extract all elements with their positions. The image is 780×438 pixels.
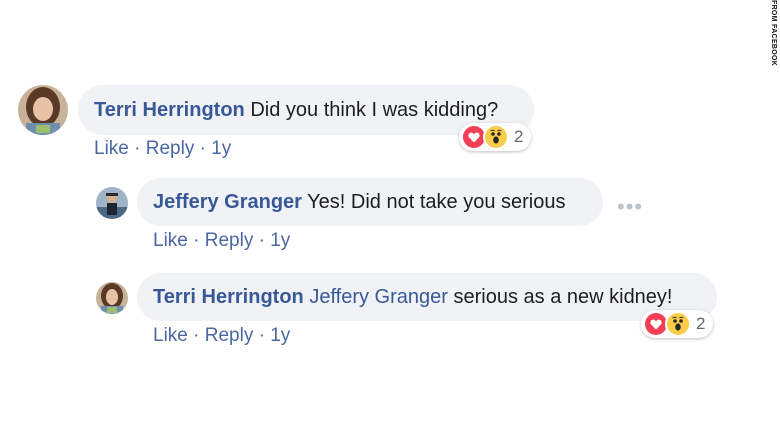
comment-actions: Like · Reply · 1y [153,230,290,252]
separator: · [258,325,265,346]
comment-actions: Like · Reply · 1y [94,138,231,160]
comment-bubble: Terri Herrington Jeffery Granger serious… [137,273,717,321]
timestamp[interactable]: 1y [270,230,290,251]
timestamp[interactable]: 1y [211,138,231,159]
comment-text: serious as a new kidney! [453,286,673,308]
reactions-summary[interactable]: 2 [641,310,713,338]
comment-bubble: Jeffery Granger Yes! Did not take you se… [137,178,603,226]
reaction-count: 2 [514,127,524,146]
timestamp[interactable]: 1y [270,325,290,346]
avatar[interactable] [96,282,128,314]
avatar[interactable] [18,85,68,135]
like-link[interactable]: Like [94,138,129,159]
wow-icon [483,124,509,150]
ellipsis-icon[interactable]: ••• [617,196,643,218]
like-link[interactable]: Like [153,230,188,251]
comment-text: Did you think I was kidding? [250,99,499,121]
wow-icon [665,311,691,337]
like-link[interactable]: Like [153,325,188,346]
reply-link[interactable]: Reply [205,325,254,346]
comment-author[interactable]: Terri Herrington [94,99,245,121]
avatar[interactable] [96,187,128,219]
comment-author[interactable]: Jeffery Granger [153,191,302,213]
reactions-summary[interactable]: 2 [459,123,531,151]
separator: · [199,138,206,159]
comment-actions: Like · Reply · 1y [153,325,290,347]
reply-link[interactable]: Reply [146,138,195,159]
source-credit: FROM FACEBOOK [770,0,777,67]
comment-author[interactable]: Terri Herrington [153,286,304,308]
separator: · [134,138,141,159]
separator: · [258,230,265,251]
reply-link[interactable]: Reply [205,230,254,251]
comment-text: Yes! Did not take you serious [307,191,566,213]
reaction-count: 2 [696,314,706,333]
separator: · [193,325,200,346]
separator: · [193,230,200,251]
comment-mention[interactable]: Jeffery Granger [309,286,448,308]
